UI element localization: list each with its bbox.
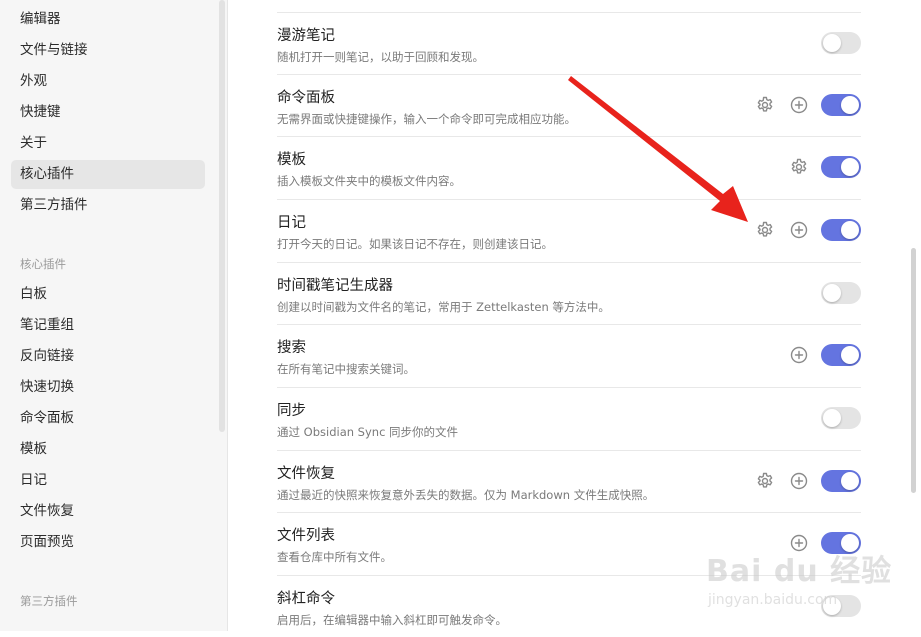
sidebar-item-canvas[interactable]: 白板: [11, 280, 205, 309]
plugin-name: 搜索: [277, 340, 306, 356]
sidebar-item-backlinks[interactable]: 反向链接: [11, 342, 205, 371]
sidebar-item-community-plugins[interactable]: 第三方插件: [11, 191, 205, 220]
plugin-description: 打开今天的日记。如果该日记不存在，则创建该日记。: [277, 237, 553, 251]
plugin-name: 漫游笔记: [277, 28, 335, 44]
plugin-description: 查看仓库中所有文件。: [277, 550, 392, 564]
plugin-row: 时间戳笔记生成器 创建以时间戳为文件名的笔记，常用于 Zettelkasten …: [277, 262, 861, 324]
sidebar-item-appearance[interactable]: 外观: [11, 67, 205, 96]
plugin-toggle-search[interactable]: [821, 344, 861, 366]
plus-circle-icon[interactable]: [789, 220, 809, 240]
watermark-brand: Bai du 经验: [706, 554, 893, 589]
toggle-knob: [841, 346, 859, 364]
plugin-toggle-command-palette[interactable]: [821, 94, 861, 116]
sidebar-item-quick-switcher[interactable]: 快速切换: [11, 373, 205, 402]
sidebar-scrollbar[interactable]: [219, 0, 225, 432]
plugin-name: 同步: [277, 403, 306, 419]
plugin-description: 启用后，在编辑器中输入斜杠即可触发命令。: [277, 613, 507, 627]
plus-circle-icon[interactable]: [789, 345, 809, 365]
plugin-name: 斜杠命令: [277, 591, 335, 607]
gear-icon[interactable]: [789, 157, 809, 177]
main-scrollbar[interactable]: [911, 248, 916, 493]
plus-circle-icon[interactable]: [789, 471, 809, 491]
settings-sidebar: 编辑器 文件与链接 外观 快捷键 关于 核心插件 第三方插件 核心插件 白板 笔…: [0, 0, 228, 631]
plugin-description: 通过最近的快照来恢复意外丢失的数据。仅为 Markdown 文件生成快照。: [277, 488, 655, 502]
sidebar-item-command-palette[interactable]: 命令面板: [11, 404, 205, 433]
toggle-knob: [823, 284, 841, 302]
baidu-watermark: Bai du 经验 jingyan.baidu.com: [706, 546, 906, 626]
plugin-description: 在所有笔记中搜索关键词。: [277, 362, 415, 376]
toggle-knob: [823, 409, 841, 427]
plugin-name: 文件恢复: [277, 466, 335, 482]
plugin-name: 文件列表: [277, 528, 335, 544]
core-plugins-heading: 核心插件: [20, 257, 66, 271]
toggle-knob: [823, 34, 841, 52]
plugin-description: 随机打开一则笔记，以助于回顾和发现。: [277, 50, 484, 64]
plugin-toggle-unique-note[interactable]: [821, 282, 861, 304]
gear-icon[interactable]: [755, 95, 775, 115]
plugin-row: 同步 通过 Obsidian Sync 同步你的文件: [277, 387, 861, 449]
sidebar-item-about[interactable]: 关于: [11, 129, 205, 158]
toggle-knob: [841, 158, 859, 176]
gear-icon[interactable]: [755, 220, 775, 240]
toggle-knob: [841, 96, 859, 114]
sidebar-item-note-composer[interactable]: 笔记重组: [11, 311, 205, 340]
plugin-description: 无需界面或快捷键操作，输入一个命令即可完成相应功能。: [277, 112, 576, 126]
plugin-toggle-daily-notes[interactable]: [821, 219, 861, 241]
plugin-description: 插入模板文件夹中的模板文件内容。: [277, 174, 461, 188]
toggle-knob: [841, 221, 859, 239]
plugin-toggle-file-recovery[interactable]: [821, 470, 861, 492]
sidebar-item-hotkeys[interactable]: 快捷键: [11, 98, 205, 127]
plugin-row: 文件恢复 通过最近的快照来恢复意外丢失的数据。仅为 Markdown 文件生成快…: [277, 450, 861, 512]
plugin-toggle-templates[interactable]: [821, 156, 861, 178]
plugin-row: 模板 插入模板文件夹中的模板文件内容。: [277, 136, 861, 198]
core-plugins-list: 漫游笔记 随机打开一则笔记，以助于回顾和发现。 命令面板 无需界面或快捷键操作，…: [229, 0, 921, 631]
plugin-toggle-sync[interactable]: [821, 407, 861, 429]
plugin-name: 时间戳笔记生成器: [277, 278, 393, 294]
sidebar-item-page-preview[interactable]: 页面预览: [11, 528, 205, 557]
sidebar-item-templates[interactable]: 模板: [11, 435, 205, 464]
plugin-name: 命令面板: [277, 90, 335, 106]
plugin-row: 命令面板 无需界面或快捷键操作，输入一个命令即可完成相应功能。: [277, 74, 861, 136]
gear-icon[interactable]: [755, 471, 775, 491]
plugin-toggle-random-note[interactable]: [821, 32, 861, 54]
plugin-row: 日记 打开今天的日记。如果该日记不存在，则创建该日记。: [277, 199, 861, 261]
plugin-description: 创建以时间戳为文件名的笔记，常用于 Zettelkasten 等方法中。: [277, 300, 610, 314]
sidebar-item-files-links[interactable]: 文件与链接: [11, 36, 205, 65]
plugin-description: 通过 Obsidian Sync 同步你的文件: [277, 425, 459, 439]
plugin-row: 漫游笔记 随机打开一则笔记，以助于回顾和发现。: [277, 12, 861, 74]
plugin-name: 模板: [277, 152, 306, 168]
sidebar-item-core-plugins[interactable]: 核心插件: [11, 160, 205, 189]
plugin-name: 日记: [277, 215, 306, 231]
plus-circle-icon[interactable]: [789, 95, 809, 115]
community-plugins-heading: 第三方插件: [20, 594, 78, 608]
plugin-row: 搜索 在所有笔记中搜索关键词。: [277, 324, 861, 386]
watermark-url: jingyan.baidu.com: [708, 592, 838, 608]
sidebar-item-file-recovery[interactable]: 文件恢复: [11, 497, 205, 526]
sidebar-item-daily-notes[interactable]: 日记: [11, 466, 205, 495]
sidebar-item-editor[interactable]: 编辑器: [11, 5, 205, 34]
toggle-knob: [841, 472, 859, 490]
